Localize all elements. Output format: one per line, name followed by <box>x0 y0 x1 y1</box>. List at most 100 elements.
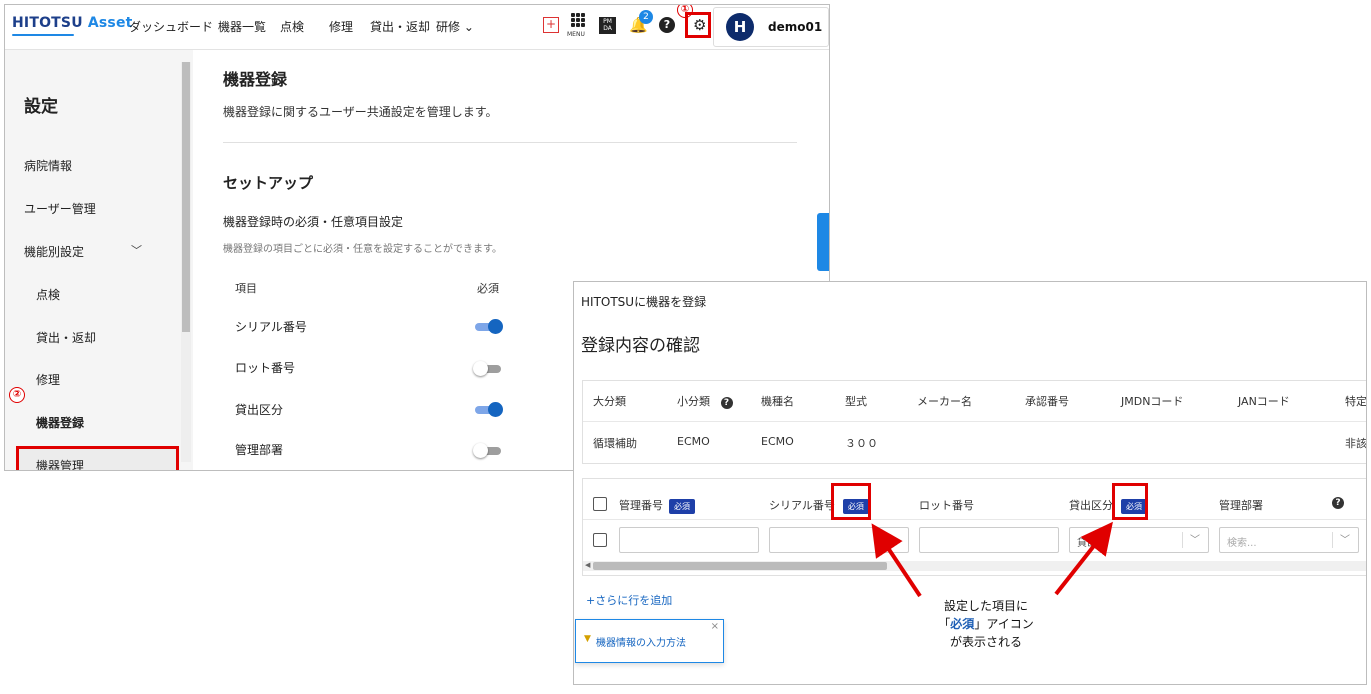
nav-training[interactable]: 研修 ⌄ <box>436 18 474 35</box>
info-value: ECMO <box>761 435 794 448</box>
row-lot-label: ロット番号 <box>235 361 296 375</box>
department-placeholder: 検索... <box>1227 538 1257 549</box>
toggle-lot-required[interactable] <box>473 361 501 376</box>
row-lending-label: 貸出区分 <box>235 403 284 417</box>
page-title: 機器登録 <box>223 70 288 89</box>
lending-category-select[interactable]: 貸出可 ﹀ <box>1069 527 1209 553</box>
add-row-link[interactable]: +さらに行を追加 <box>586 592 672 608</box>
gear-icon[interactable]: ⚙ <box>693 16 706 34</box>
subsection-title: 機器登録時の必須・任意項目設定 <box>223 215 404 229</box>
divider <box>583 519 1366 520</box>
nav-device-list[interactable]: 機器一覧 <box>218 18 266 35</box>
lending-category-value: 貸出可 <box>1077 538 1107 549</box>
sidebar-item-feature-settings[interactable]: 機能別設定 <box>24 243 84 260</box>
lot-number-input[interactable] <box>919 527 1059 553</box>
nav-dashboard[interactable]: ダッシュボード <box>129 18 213 35</box>
info-value: 非該当 <box>1345 437 1367 450</box>
serial-number-input[interactable] <box>769 527 909 553</box>
plus-icon[interactable]: + <box>543 17 559 33</box>
select-divider <box>1182 532 1183 548</box>
row-serial-label: シリアル番号 <box>235 320 307 334</box>
chevron-down-icon[interactable]: ﹀ <box>1190 531 1200 546</box>
info-header: 型式 <box>845 395 867 408</box>
page-description: 機器登録に関するユーザー共通設定を管理します。 <box>223 105 498 119</box>
help-icon[interactable]: ? <box>720 397 733 409</box>
sidebar-item-repair[interactable]: 修理 <box>36 371 60 388</box>
dialog-header: HITOTSUに機器を登録 <box>581 295 707 309</box>
column-department: 管理部署 <box>1219 499 1263 512</box>
lending-required-highlight <box>1112 483 1148 520</box>
beginner-mark-icon: ▼ <box>584 634 591 644</box>
info-header: 小分類 ? <box>677 393 733 409</box>
info-header: 機種名 <box>761 395 794 408</box>
avatar: H <box>726 13 754 41</box>
close-icon[interactable]: × <box>711 621 719 632</box>
notification-badge: 2 <box>639 10 653 24</box>
required-badge: 必須 <box>669 498 695 514</box>
divider <box>583 421 1366 422</box>
column-item: 項目 <box>235 282 257 295</box>
select-divider <box>1332 532 1333 548</box>
serial-required-highlight <box>831 483 871 520</box>
info-value: ECMO <box>677 435 710 448</box>
sidebar-item-device-management[interactable]: 機器管理 <box>36 457 84 470</box>
section-title: セットアップ <box>223 174 314 192</box>
sidebar-item-hospital[interactable]: 病院情報 <box>24 157 72 174</box>
info-value: ３００ <box>845 437 878 450</box>
column-management-number: 管理番号 必須 <box>619 497 695 514</box>
column-lot-number: ロット番号 <box>919 499 974 512</box>
info-header: 大分類 <box>593 395 626 408</box>
dialog-title: 登録内容の確認 <box>581 336 700 356</box>
toggle-serial-required[interactable] <box>475 319 503 334</box>
pmda-icon[interactable]: PM DA <box>599 17 616 34</box>
sidebar-title: 設定 <box>24 97 58 117</box>
row-department-label: 管理部署 <box>235 443 284 457</box>
scroll-left-icon[interactable]: ◀ <box>585 561 590 569</box>
department-select[interactable]: 検索... ﹀ <box>1219 527 1359 553</box>
registration-table: 管理番号 必須 シリアル番号 必須 ロット番号 貸出区分 必須 管理部署 ? 貸出可 … <box>582 478 1366 576</box>
step-marker-2: ② <box>9 387 25 403</box>
annotation-text: 設定した項目に 「必須」アイコン が表示される <box>938 599 1034 649</box>
management-number-input[interactable] <box>619 527 759 553</box>
grid-menu-icon[interactable] <box>571 13 585 27</box>
settings-highlight-box: ⚙ <box>685 12 711 38</box>
info-header: JMDNコード <box>1121 395 1184 408</box>
info-header: 承認番号 <box>1025 395 1069 408</box>
column-required: 必須 <box>477 282 499 295</box>
sidebar-item-lending[interactable]: 貸出・返却 <box>36 329 96 346</box>
nav-repair[interactable]: 修理 <box>329 18 353 35</box>
select-all-checkbox[interactable] <box>593 497 607 511</box>
top-navigation-bar: HITOTSU Asset ダッシュボード 機器一覧 点検 修理 貸出・返却 研… <box>5 5 829 50</box>
settings-sidebar: 設定 病院情報 ユーザー管理 機能別設定 ﹀ 点検 貸出・返却 修理 ② 機器登… <box>5 50 193 470</box>
nav-lending[interactable]: 貸出・返却 <box>370 18 430 35</box>
menu-label: MENU <box>567 31 585 38</box>
sidebar-item-inspection[interactable]: 点検 <box>36 286 60 303</box>
horizontal-scrollbar-thumb[interactable] <box>593 562 887 570</box>
side-tab[interactable] <box>817 213 829 271</box>
device-info-card: 大分類 小分類 ? 機種名 型式 メーカー名 承認番号 JMDNコード JANコ… <box>582 380 1367 464</box>
chevron-down-icon: ⌄ <box>463 20 474 34</box>
input-help-popup[interactable]: × ▼ 機器情報の入力方法 <box>575 619 724 663</box>
logo-underline <box>12 34 74 36</box>
info-header: 特定保 <box>1345 395 1367 408</box>
help-icon[interactable]: ? <box>1332 497 1344 509</box>
sidebar-scrollbar-thumb[interactable] <box>182 62 190 332</box>
toggle-department-required[interactable] <box>473 443 501 458</box>
info-header: JANコード <box>1238 395 1290 408</box>
user-menu[interactable]: H demo01 <box>713 7 829 47</box>
help-link[interactable]: 機器情報の入力方法 <box>596 634 686 649</box>
app-logo[interactable]: HITOTSU Asset <box>12 15 133 31</box>
toggle-lending-required[interactable] <box>475 402 503 417</box>
sidebar-item-device-registration[interactable]: 機器登録 <box>36 414 84 431</box>
divider <box>223 142 797 143</box>
chevron-down-icon[interactable]: ﹀ <box>1340 531 1350 546</box>
subsection-description: 機器登録の項目ごとに必須・任意を設定することができます。 <box>223 244 502 255</box>
info-value: 循環補助 <box>593 437 637 450</box>
nav-inspection[interactable]: 点検 <box>280 18 304 35</box>
user-name: demo01 <box>768 20 823 34</box>
row-checkbox[interactable] <box>593 533 607 547</box>
sidebar-item-users[interactable]: ユーザー管理 <box>24 200 96 217</box>
info-header: メーカー名 <box>917 395 972 408</box>
chevron-down-icon[interactable]: ﹀ <box>131 242 142 258</box>
help-icon[interactable]: ? <box>659 17 675 33</box>
